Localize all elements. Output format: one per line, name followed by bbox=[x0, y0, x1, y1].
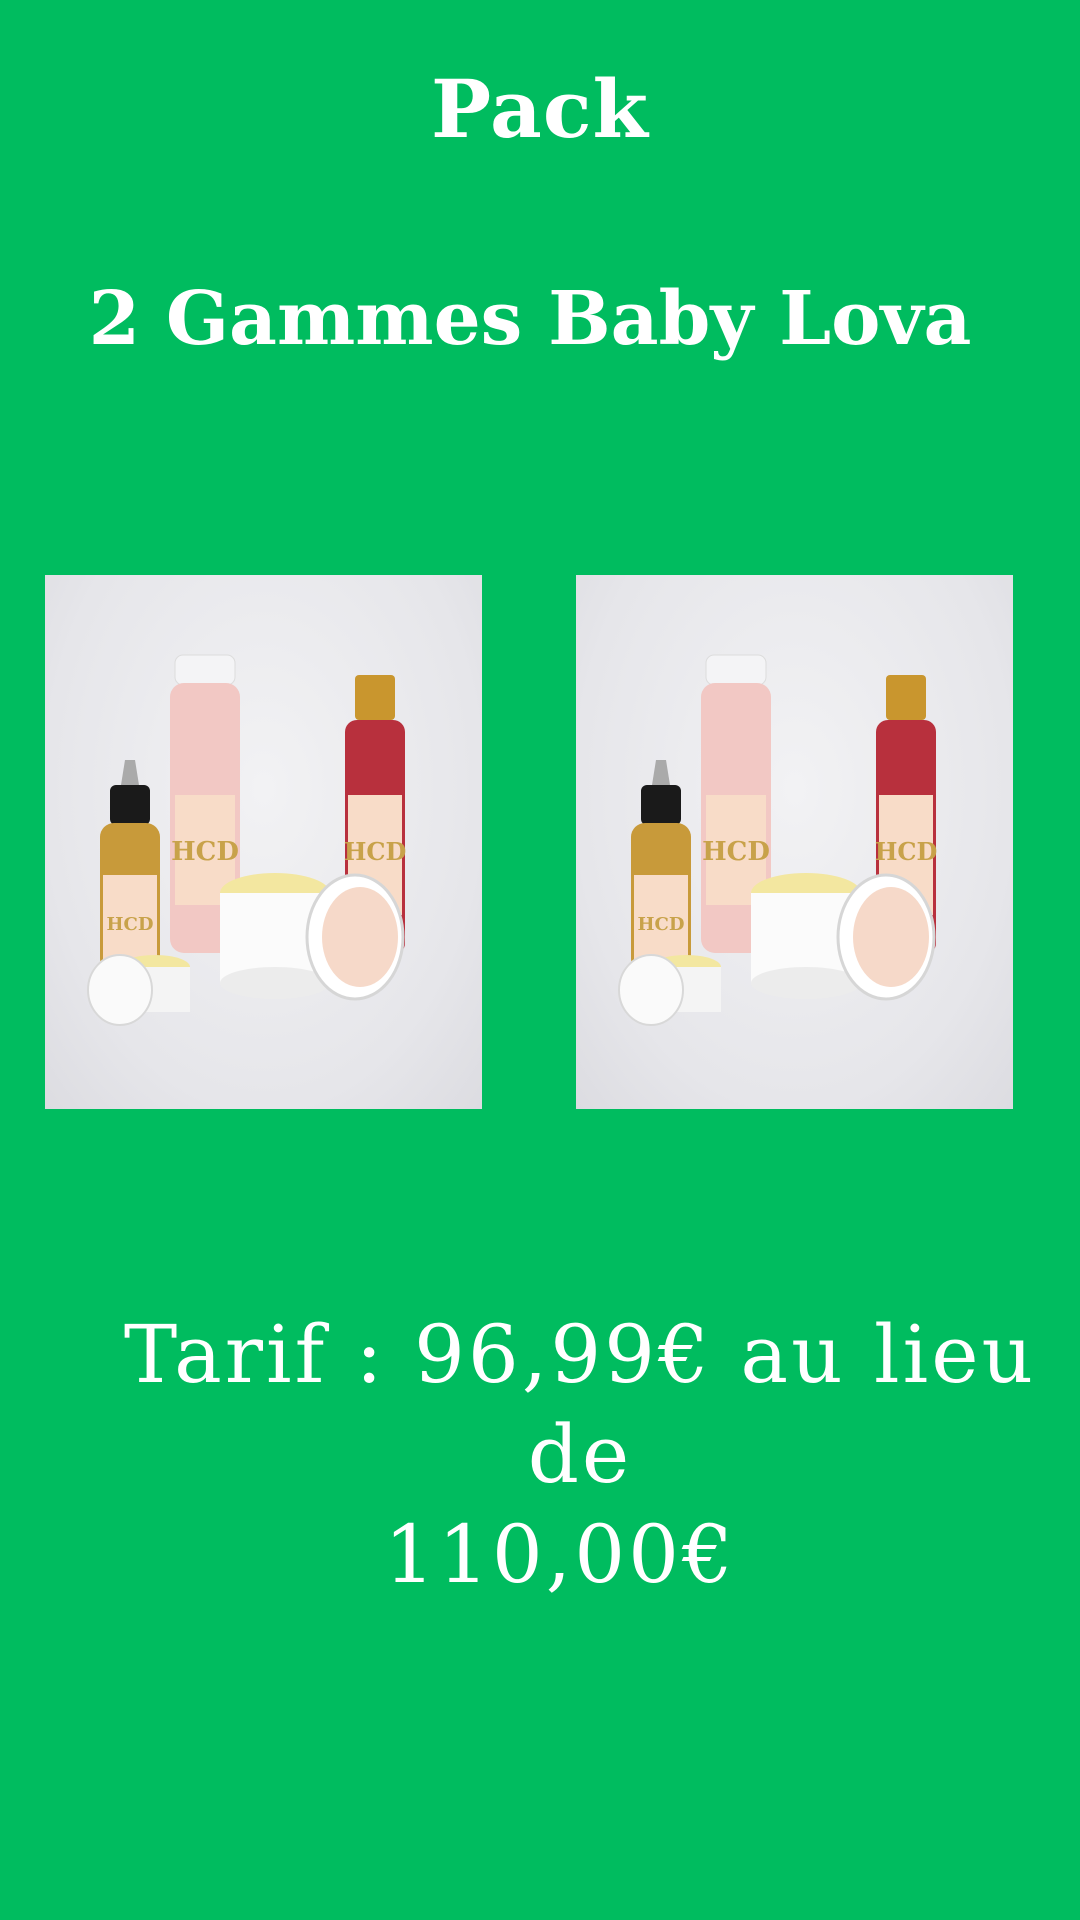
price-text: Tarif : 96,99€ au lieu de 110,00€ bbox=[90, 1305, 1070, 1605]
product-photo-right: HCD HCD HCD bbox=[576, 575, 1013, 1109]
page-title: Pack bbox=[431, 62, 649, 156]
svg-text:HCD: HCD bbox=[702, 837, 770, 867]
svg-text:HCD: HCD bbox=[107, 914, 154, 935]
page-subtitle: 2 Gammes Baby Lova bbox=[88, 276, 972, 362]
price-line-current: Tarif : 96,99€ au lieu de bbox=[123, 1308, 1037, 1501]
svg-text:HCD: HCD bbox=[171, 837, 239, 867]
price-line-original: 110,00€ bbox=[384, 1508, 736, 1601]
product-photo-left: HCD HCD HCD bbox=[45, 575, 482, 1109]
svg-text:HCD: HCD bbox=[638, 914, 685, 935]
svg-text:HCD: HCD bbox=[344, 837, 407, 866]
svg-text:HCD: HCD bbox=[875, 837, 938, 866]
product-set-illustration: HCD HCD HCD bbox=[87, 654, 407, 1026]
product-set-illustration: HCD HCD HCD bbox=[618, 654, 938, 1026]
